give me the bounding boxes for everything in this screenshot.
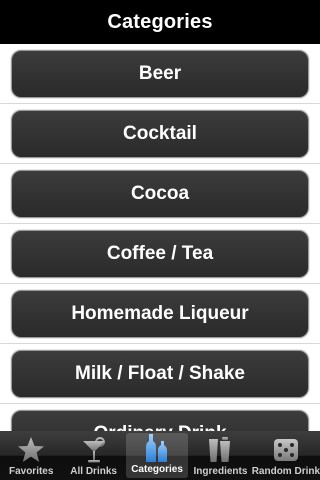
category-button-homemade-liqueur[interactable]: Homemade Liqueur [11,289,309,338]
tab-categories[interactable]: Categories [125,433,189,478]
cocktail-glass-icon [79,435,109,465]
category-button-beer[interactable]: Beer [11,49,309,98]
app-screen: Categories Beer Cocktail Cocoa Coffee / … [0,0,320,480]
list-item: Cocktail [0,104,320,164]
category-button-ordinary-drink[interactable]: Ordinary Drink [11,409,309,432]
list-item: Homemade Liqueur [0,284,320,344]
tab-all-drinks[interactable]: All Drinks [62,431,124,480]
star-icon [16,435,46,465]
tab-label: Favorites [8,466,54,477]
tab-random-drink[interactable]: Random Drink [252,431,320,480]
list-item: Ordinary Drink [0,404,320,432]
category-button-milk-float-shake[interactable]: Milk / Float / Shake [11,349,309,398]
category-button-coffee-tea[interactable]: Coffee / Tea [11,229,309,278]
dice-icon [271,435,301,465]
tab-label: All Drinks [70,466,117,477]
navigation-bar: Categories [0,0,320,44]
list-item: Beer [0,44,320,104]
bottles-icon [142,433,172,463]
tab-label: Random Drink [251,466,320,477]
category-button-cocktail[interactable]: Cocktail [11,109,309,158]
shaker-icon [205,435,235,465]
tab-ingredients[interactable]: Ingredients [189,431,251,480]
list-item: Milk / Float / Shake [0,344,320,404]
category-button-cocoa[interactable]: Cocoa [11,169,309,218]
list-item: Coffee / Tea [0,224,320,284]
category-list[interactable]: Beer Cocktail Cocoa Coffee / Tea Homemad… [0,44,320,432]
list-item: Cocoa [0,164,320,224]
page-title: Categories [107,10,213,33]
tab-bar: Favorites All Drinks Categories Ingredie… [0,431,320,480]
tab-label: Ingredients [193,466,248,477]
tab-label: Categories [131,464,183,475]
tab-favorites[interactable]: Favorites [0,431,62,480]
